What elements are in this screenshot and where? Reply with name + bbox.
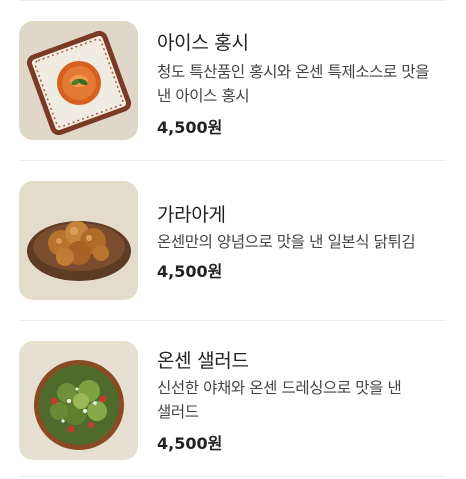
menu-item-price: 4,500원: [157, 118, 223, 137]
menu-item-price: 4,500원: [157, 262, 223, 281]
menu-item-price: 4,500원: [157, 434, 223, 453]
menu-item-onsen-salad[interactable]: 온센 샐러드 신선한 야채와 온센 드레싱으로 맛을 낸 샐러드 4,500원: [0, 320, 466, 479]
karaage-dish-image: [19, 181, 138, 300]
menu-item-karaage[interactable]: 가라아게 온센만의 양념으로 맛을 낸 일본식 닭튀김 4,500원: [0, 160, 466, 320]
karaage-dish-image-svg: [19, 181, 138, 300]
menu-item-description: 온센만의 양념으로 맛을 낸 일본식 닭튀김: [157, 233, 416, 251]
menu-item-description: 신선한 야채와 온센 드레싱으로 맛을 낸 샐러드: [157, 379, 402, 421]
menu-item-ice-persimmon[interactable]: 아이스 홍시 청도 특산품인 홍시와 온센 특제소스로 맛을 낸 아이스 홍시 …: [0, 0, 466, 160]
menu-item-description: 청도 특산품인 홍시와 온센 특제소스로 맛을 낸 아이스 홍시: [157, 63, 430, 105]
menu-list: 아이스 홍시 청도 특산품인 홍시와 온센 특제소스로 맛을 낸 아이스 홍시 …: [0, 0, 466, 479]
divider: [20, 476, 446, 477]
ice-persimmon-dish-image: [19, 21, 138, 140]
menu-item-name: 가라아게: [157, 204, 226, 226]
salad-dish-image-svg: [19, 341, 138, 460]
menu-item-name: 아이스 홍시: [157, 32, 249, 54]
menu-item-name: 온센 샐러드: [157, 350, 249, 372]
ice-persimmon-dish-image-svg: [19, 21, 138, 140]
salad-dish-image: [19, 341, 138, 460]
